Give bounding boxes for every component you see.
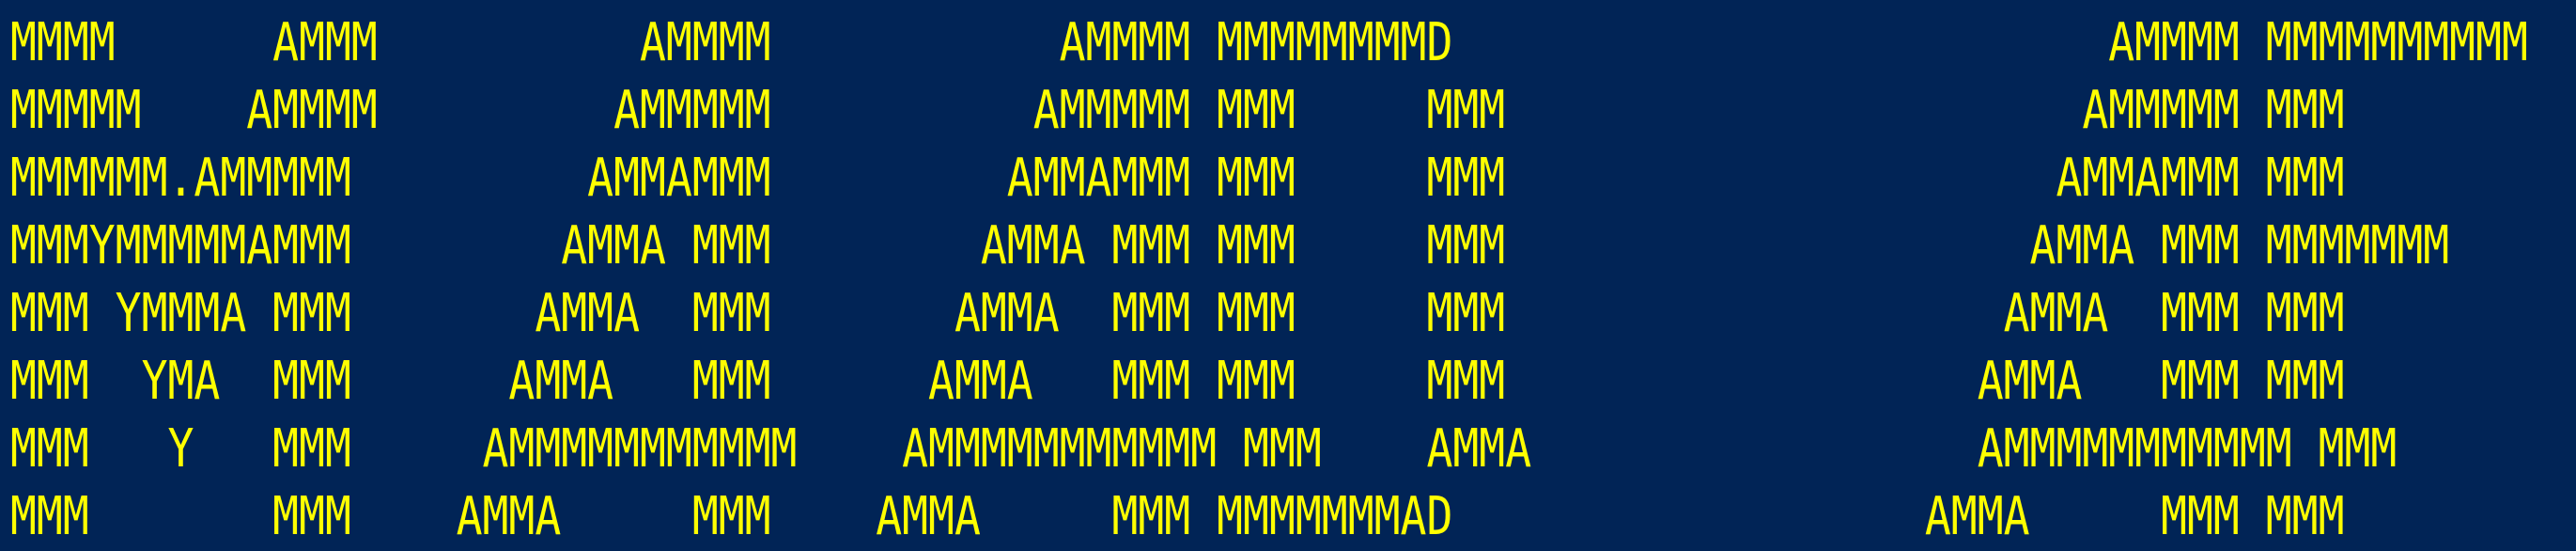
banner-line-7: MMM Y MMM AMMMMMMMMMMM AMMMMMMMMMMM MMM … [10, 418, 2398, 480]
banner-line-8: MMM MMM AMMA MMM AMMA MMM MMMMMMMAD AMMA… [10, 486, 2345, 547]
banner-line-5: MMM YMMMA MMM AMMA MMM AMMA MMM MMM MMM … [10, 283, 2345, 344]
ascii-banner: MMMM AMMM AMMMM AMMMM MMMMMMMMD AMMMM MM… [10, 9, 2576, 551]
banner-line-1: MMMM AMMM AMMMM AMMMM MMMMMMMMD AMMMM MM… [10, 12, 2528, 73]
terminal-window[interactable]: MMMM AMMM AMMMM AMMMM MMMMMMMMD AMMMM MM… [0, 0, 2576, 551]
banner-line-6: MMM YMA MMM AMMA MMM AMMA MMM MMM MMM AM… [10, 351, 2345, 412]
banner-line-4: MMMYMMMMMAMMM AMMA MMM AMMA MMM MMM MMM … [10, 215, 2450, 276]
banner-line-2: MMMMM AMMMM AMMMMM AMMMMM MMM MMM AMMMMM… [10, 80, 2345, 141]
banner-line-3: MMMMMM.AMMMMM AMMAMMM AMMAMMM MMM MMM AM… [10, 148, 2345, 209]
